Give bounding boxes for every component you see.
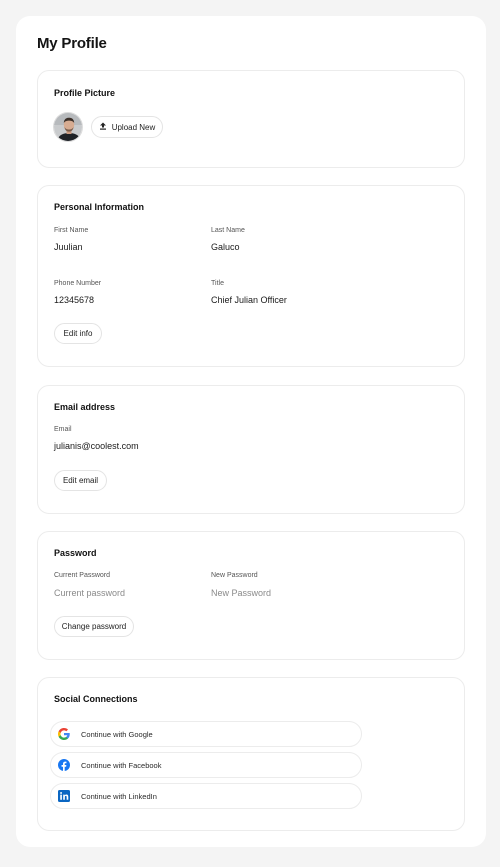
last-name-label: Last Name [211,227,245,234]
continue-with-google-button[interactable]: Continue with Google [50,721,362,747]
email-value: julianis@coolest.com [54,441,139,451]
linkedin-icon [57,790,70,803]
continue-with-google-label: Continue with Google [81,729,153,739]
new-password-label: New Password [211,572,258,579]
avatar [53,112,83,142]
upload-icon [99,122,107,132]
personal-info-title: Personal Information [54,202,145,212]
email-card: Email address Email julianis@coolest.com… [37,385,465,514]
google-icon [57,728,70,741]
current-password-input[interactable]: Current password [54,588,125,598]
phone-number-label: Phone Number [54,280,102,287]
upload-new-label: Upload New [111,122,156,132]
continue-with-linkedin-button[interactable]: Continue with LinkedIn [50,783,362,809]
password-card: Password Current Password Current passwo… [37,531,465,660]
edit-email-button[interactable]: Edit email [54,470,107,491]
page-title: My Profile [37,35,107,52]
continue-with-facebook-button[interactable]: Continue with Facebook [50,752,362,778]
current-password-label: Current Password [54,572,111,579]
change-password-button[interactable]: Change password [54,616,134,637]
social-connections-card: Social Connections Continue with Google … [37,677,465,831]
job-title-value: Chief Julian Officer [211,295,287,305]
edit-info-button[interactable]: Edit info [54,323,102,344]
first-name-label: First Name [54,227,89,234]
profile-picture-title: Profile Picture [54,88,116,98]
social-connections-title: Social Connections [54,694,138,704]
upload-new-button[interactable]: Upload New [91,116,163,138]
continue-with-facebook-label: Continue with Facebook [81,760,162,770]
password-title: Password [54,548,97,558]
email-label: Email [54,426,72,433]
profile-page: My Profile Profile Picture Upload New Pe… [16,16,486,847]
last-name-value: Galuco [211,242,240,252]
phone-number-value: 12345678 [54,295,95,305]
profile-picture-card: Profile Picture Upload New [37,70,465,168]
personal-info-card: Personal Information First Name Juulian … [37,185,465,367]
email-title: Email address [54,402,116,412]
new-password-input[interactable]: New Password [211,588,271,598]
facebook-icon [57,759,70,772]
continue-with-linkedin-label: Continue with LinkedIn [81,791,157,801]
job-title-label: Title [211,280,224,287]
first-name-value: Juulian [54,242,83,252]
